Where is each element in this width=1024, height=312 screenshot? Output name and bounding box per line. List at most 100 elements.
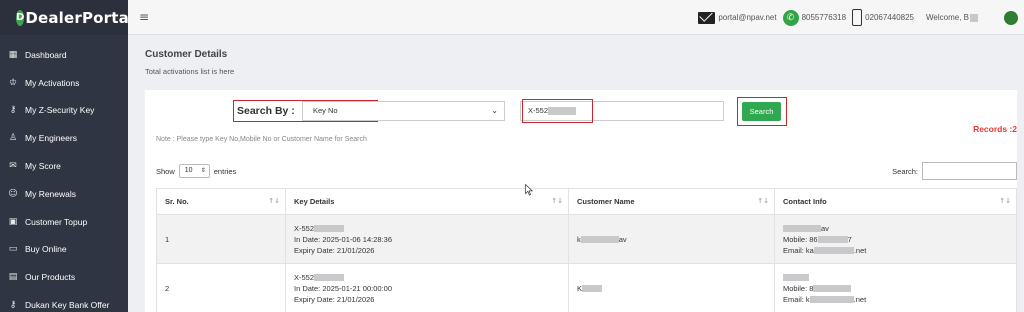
- sidebar-item-dashboard[interactable]: ▦ Dashboard: [0, 41, 128, 69]
- redacted-mobile: [817, 236, 848, 244]
- header-label: Customer Name: [577, 197, 635, 206]
- cell-customer-name: K: [568, 263, 775, 312]
- header-phone[interactable]: 02067440825: [852, 9, 914, 26]
- redacted-customer: [580, 236, 619, 244]
- sidebar-item-label: Buy Online: [25, 244, 67, 255]
- records-count: Records :2: [973, 124, 1017, 134]
- customer-search-card: Search By : Key No ⌄ X-552 Search Record…: [145, 90, 1017, 312]
- column-header-sr-no[interactable]: Sr. No. ↑↓: [156, 188, 286, 215]
- scorecard-icon: ✉: [9, 161, 17, 172]
- cell-sr-no: 2: [156, 263, 286, 312]
- search-button[interactable]: Search: [742, 102, 781, 121]
- redacted-key: [314, 274, 345, 282]
- sidebar-item-label: Customer Topup: [25, 216, 88, 227]
- in-date: In Date: 2025-01-06 14:28:36: [294, 234, 392, 244]
- key-number: X-552: [294, 223, 315, 233]
- sidebar-item-z-security-key[interactable]: ⚷ My Z-Security Key: [0, 97, 128, 125]
- mobile-label: Mobile: 86: [783, 234, 818, 244]
- show-label: Show: [156, 166, 175, 176]
- in-date: In Date: 2025-01-21 00:00:00: [294, 283, 392, 293]
- redacted-contact-name: [783, 274, 809, 282]
- main-content: Customer Details Total activations list …: [128, 35, 1024, 312]
- mobile-suffix: 7: [847, 234, 852, 244]
- entries-label: entries: [213, 166, 237, 176]
- entries-value: 10: [184, 167, 193, 174]
- cell-key-details: X-552 In Date: 2025-01-21 00:00:00 Expir…: [285, 263, 569, 312]
- whatsapp-icon: ✆: [782, 9, 799, 26]
- redacted-contact-name: [783, 225, 821, 233]
- sort-icon: ↑↓: [999, 197, 1011, 205]
- sidebar-item-label: My Z-Security Key: [25, 105, 95, 116]
- sidebar-item-key-bank-offer[interactable]: ⚷ Dukan Key Bank Offer: [0, 291, 128, 312]
- header-label: Sr. No.: [165, 197, 189, 206]
- card-icon: ▭: [8, 244, 18, 255]
- email-label: Email: ka: [783, 245, 814, 255]
- redacted-mobile: [813, 285, 852, 293]
- chevron-down-icon: ⌄: [491, 106, 498, 115]
- products-icon: ▤: [8, 272, 18, 283]
- key-icon: ⚷: [9, 105, 17, 116]
- column-header-contact-info[interactable]: Contact Info ↑↓: [774, 188, 1017, 215]
- expiry-date: Expiry Date: 21/01/2026: [294, 294, 375, 304]
- sidebar-item-customer-topup[interactable]: ▣ Customer Topup: [0, 208, 128, 236]
- key-number: X-552: [294, 272, 315, 282]
- header-contact-info: portal@npav.net ✆ 8055776318 02067440825…: [698, 0, 1024, 35]
- sidebar-item-buy-online[interactable]: ▭ Buy Online: [0, 236, 128, 264]
- sort-icon: ↑↓: [757, 197, 769, 205]
- cell-key-details: X-552 In Date: 2025-01-06 14:28:36 Expir…: [285, 214, 569, 264]
- table-search: Search:: [892, 162, 1017, 180]
- email-suffix: .net: [853, 294, 867, 304]
- redacted-email: [813, 247, 854, 255]
- cell-contact-info: av Mobile: 86 7 Email: ka .net: [774, 214, 1017, 264]
- cell-sr-no: 1: [156, 214, 286, 264]
- key-offer-icon: ⚷: [9, 300, 17, 311]
- brand-name: DealerPortal: [25, 8, 135, 27]
- search-type-select[interactable]: Key No ⌄: [302, 101, 505, 121]
- cell-customer-name: k av: [568, 214, 775, 264]
- sidebar-nav: ▦ Dashboard ♔ My Activations ⚷ My Z-Securit…: [0, 35, 128, 312]
- top-header: ≡ portal@npav.net ✆ 8055776318 020674408…: [128, 0, 1024, 35]
- redacted-name: [970, 13, 978, 22]
- header-whatsapp[interactable]: ✆ 8055776318: [782, 9, 847, 26]
- show-entries: Show 10 ⇕ entries: [156, 164, 236, 178]
- sidebar-item-label: My Renewals: [25, 188, 77, 199]
- column-header-customer-name[interactable]: Customer Name ↑↓: [568, 188, 775, 215]
- customer-table: Sr. No. ↑↓ Key Details ↑↓ Customer Name ↑↓ …: [156, 188, 1017, 312]
- sidebar-item-label: Our Products: [25, 272, 76, 283]
- header-label: Key Details: [294, 197, 335, 206]
- menu-toggle-icon[interactable]: ≡: [139, 10, 149, 24]
- table-row[interactable]: 2 X-552 In Date: 2025-01-21 00:00:00 Exp…: [156, 263, 1017, 312]
- sidebar-item-renewals[interactable]: ☺ My Renewals: [0, 180, 128, 208]
- header-welcome: Welcome, B: [926, 13, 978, 22]
- header-email-text: portal@npav.net: [718, 13, 777, 22]
- phone-icon: [852, 9, 863, 26]
- page-subtitle: Total activations list is here: [145, 67, 235, 76]
- table-row[interactable]: 1 X-552 In Date: 2025-01-06 14:28:36 Exp…: [156, 214, 1017, 264]
- renew-icon: ☺: [8, 188, 18, 199]
- sidebar-item-score[interactable]: ✉ My Score: [0, 152, 128, 180]
- header-whatsapp-number: 8055776318: [801, 13, 847, 22]
- header-email[interactable]: portal@npav.net: [698, 11, 777, 24]
- user-icon: ♙: [8, 133, 18, 144]
- sidebar-item-engineers[interactable]: ♙ My Engineers: [0, 124, 128, 152]
- search-by-label: Search By :: [237, 105, 295, 117]
- dashboard-icon: ▦: [8, 49, 18, 60]
- header-label: Contact Info: [783, 197, 827, 206]
- logo-icon: D: [16, 9, 25, 26]
- redacted-email: [809, 296, 854, 304]
- welcome-text: Welcome, B: [926, 13, 969, 22]
- brand-logo[interactable]: D DealerPortal: [0, 0, 134, 35]
- crown-icon: ♔: [8, 77, 18, 88]
- sidebar-item-activations[interactable]: ♔ My Activations: [0, 69, 128, 97]
- calendar-icon: ▣: [8, 216, 18, 227]
- avatar[interactable]: [1004, 10, 1018, 25]
- sidebar-item-our-products[interactable]: ▤ Our Products: [0, 263, 128, 291]
- sort-icon: ↑↓: [268, 197, 280, 205]
- updown-icon: ⇕: [200, 167, 206, 174]
- redacted-customer: [582, 285, 603, 293]
- entries-select[interactable]: 10 ⇕: [178, 164, 210, 178]
- sidebar-item-label: Dukan Key Bank Offer: [25, 300, 110, 311]
- sidebar-item-label: My Activations: [25, 77, 80, 88]
- mail-icon: [698, 11, 716, 24]
- table-search-input[interactable]: [922, 162, 1017, 180]
